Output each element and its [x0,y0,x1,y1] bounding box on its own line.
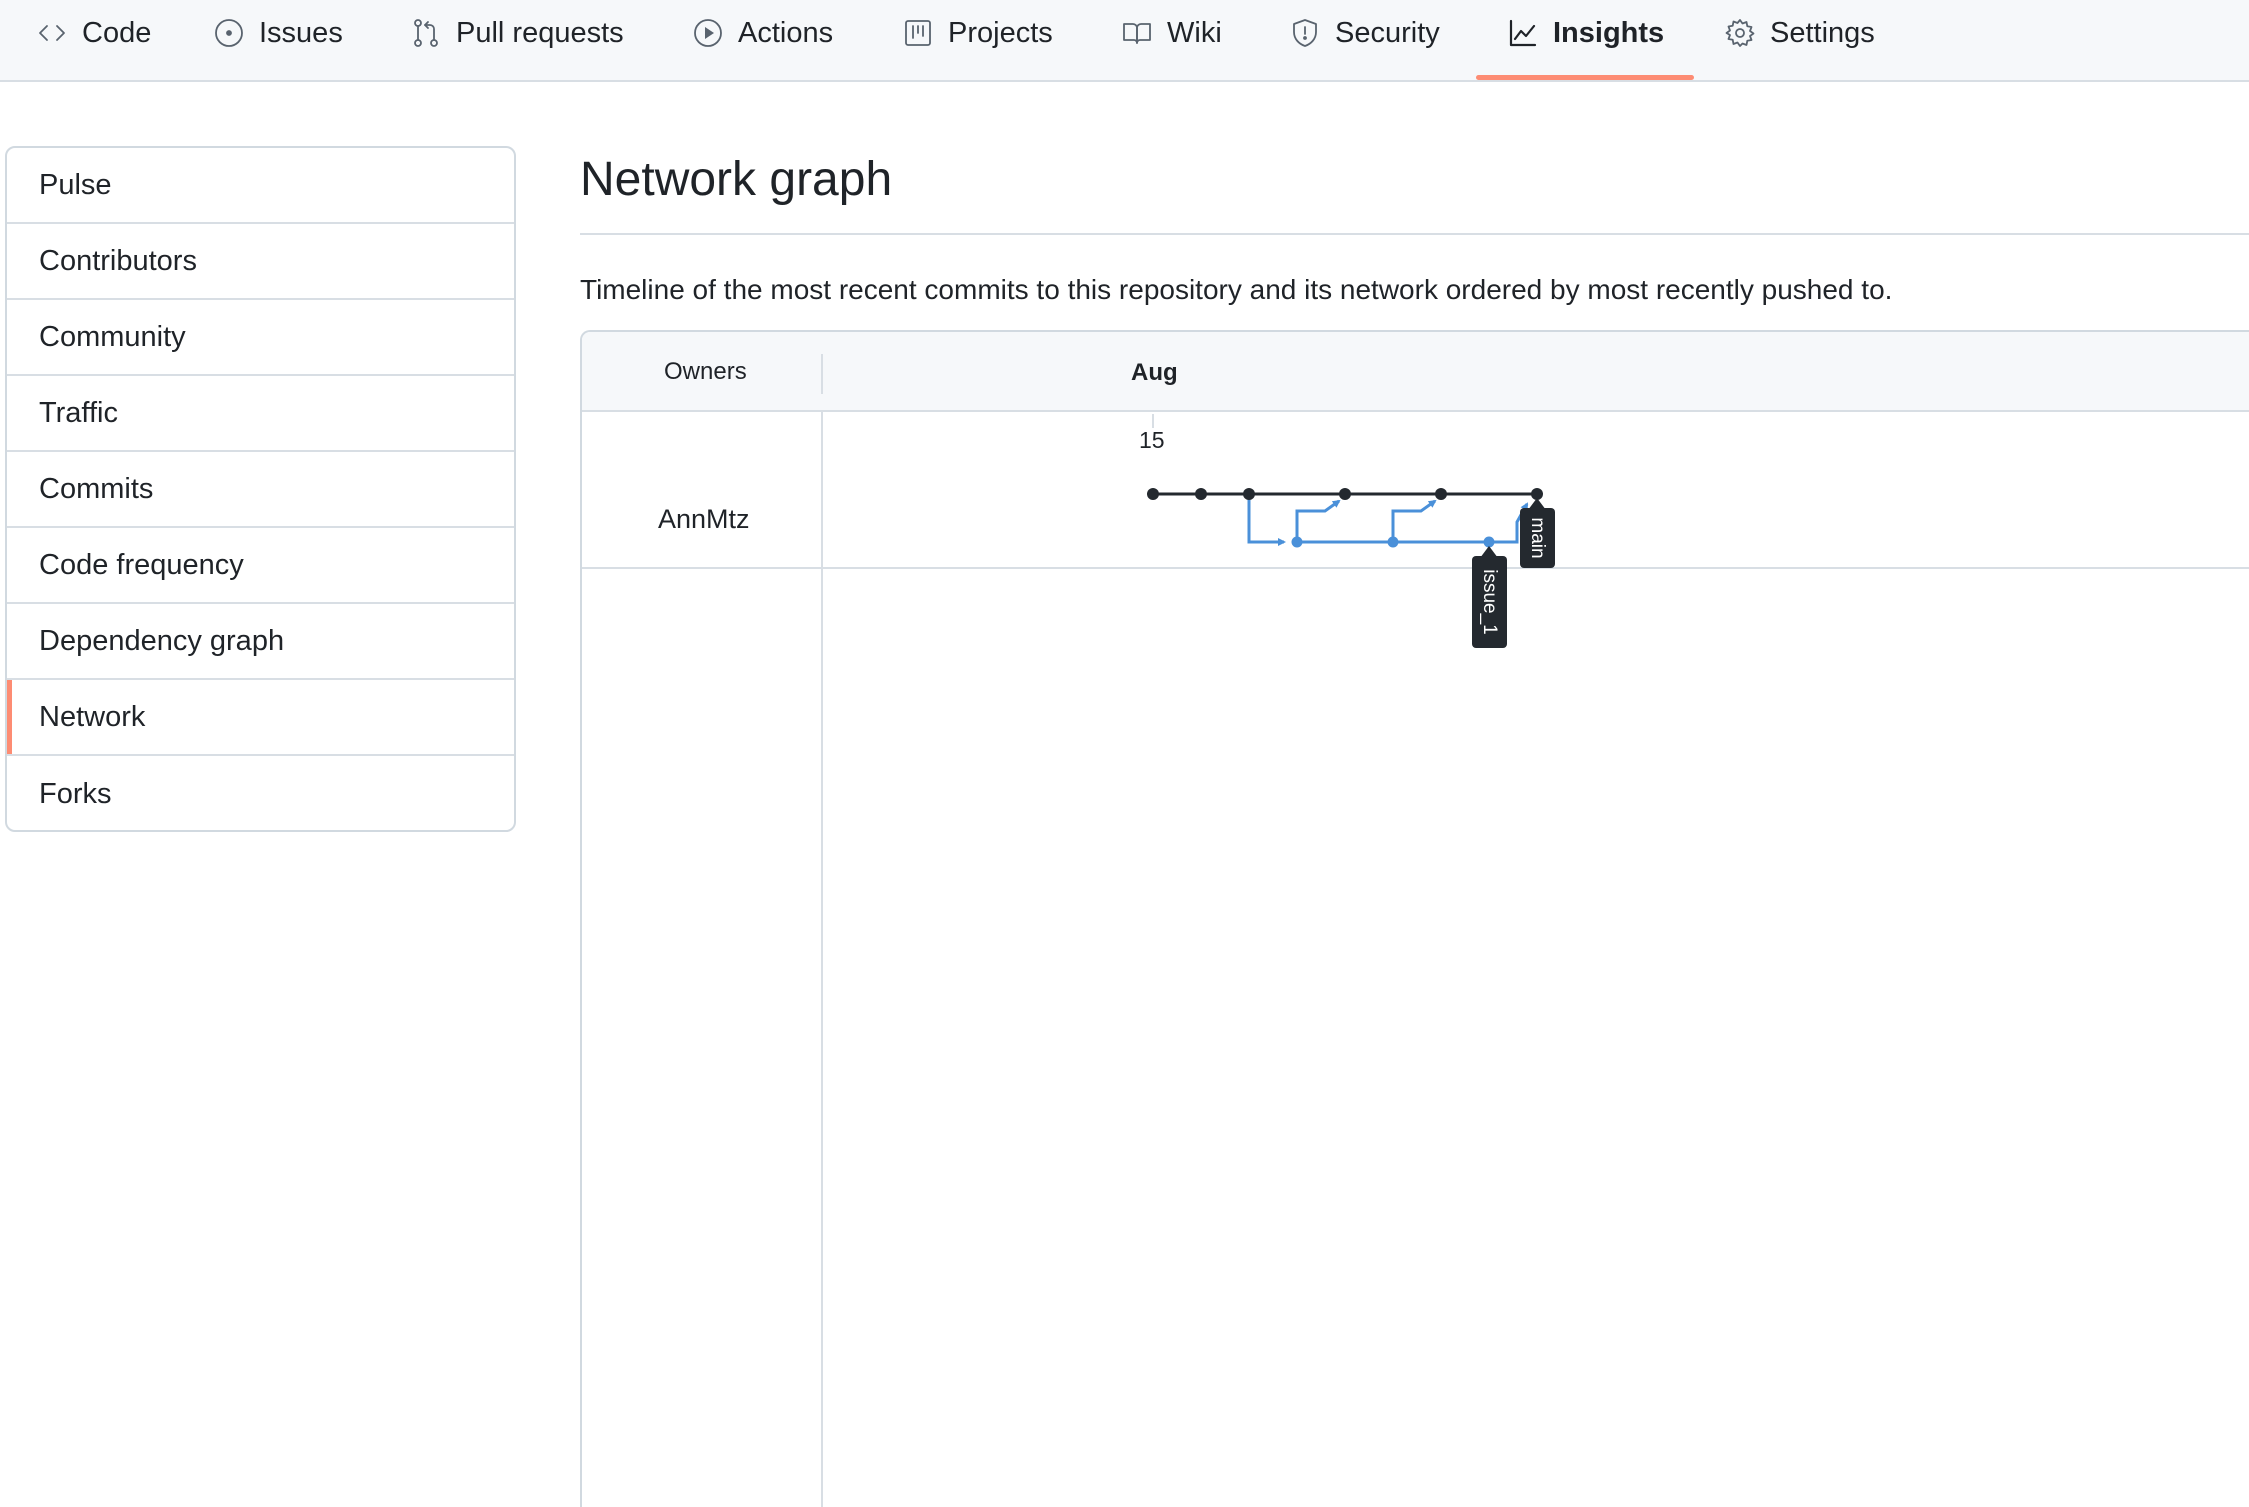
sidebar-item-label: Forks [39,777,112,810]
branch-label-issue-1[interactable]: issue_1 [1472,546,1507,648]
tab-pull-requests[interactable]: Pull requests [410,0,624,82]
commit-dot[interactable] [1195,488,1207,500]
tab-insights-label: Insights [1553,16,1665,49]
sidebar-item-label: Commits [39,472,154,505]
issue-opened-icon [215,19,243,47]
tab-issues[interactable]: Issues [213,0,343,82]
tab-actions-label: Actions [738,16,834,49]
sidebar-item-pulse[interactable]: Pulse [7,148,514,224]
tab-code[interactable]: Code [36,0,151,82]
table-icon [905,20,931,46]
book-icon [1123,23,1151,44]
branch-label-main[interactable]: main [1520,498,1555,568]
tab-security-label: Security [1335,16,1440,49]
repo-nav: Code Issues Pull requests Actions Projec… [0,0,2249,82]
sidebar-item-forks[interactable]: Forks [7,756,514,830]
sidebar-item-code-frequency[interactable]: Code frequency [7,528,514,604]
commit-dot[interactable] [1435,488,1447,500]
commit-dot[interactable] [1483,536,1495,548]
sidebar-item-dependency-graph[interactable]: Dependency graph [7,604,514,680]
network-graph[interactable]: Owners Aug AnnMtz 15 main issue_1 [580,330,2249,1507]
git-pull-request-icon [414,19,438,47]
merge-edge-2 [1391,499,1437,542]
sidebar-item-traffic[interactable]: Traffic [7,376,514,452]
branch-label-issue-1-text: issue_1 [1479,569,1500,635]
sidebar-item-label: Network [39,700,146,733]
commit-dot[interactable] [1291,536,1303,548]
sidebar-item-label: Community [39,320,186,353]
tab-insights[interactable]: Insights [1507,0,1664,82]
tab-issues-label: Issues [259,16,343,49]
branch-out-edge [1247,494,1286,546]
play-icon [694,19,722,47]
sidebar-item-network[interactable]: Network [7,680,514,756]
tab-wiki[interactable]: Wiki [1121,0,1222,82]
active-tab-indicator [1476,75,1694,80]
shield-icon [1293,19,1317,47]
tab-projects[interactable]: Projects [902,0,1053,82]
sidebar-item-label: Code frequency [39,548,244,581]
tab-pull-requests-label: Pull requests [456,16,624,49]
commit-dot[interactable] [1147,488,1159,500]
sidebar-item-label: Pulse [39,168,112,201]
gear-icon [1725,19,1755,47]
tab-actions[interactable]: Actions [692,0,833,82]
sidebar-item-community[interactable]: Community [7,300,514,376]
commit-dot[interactable] [1243,488,1255,500]
tab-settings[interactable]: Settings [1724,0,1875,82]
page-description: Timeline of the most recent commits to t… [580,274,1893,305]
tab-wiki-label: Wiki [1167,16,1222,49]
tab-projects-label: Projects [948,16,1053,49]
insights-sidebar: Pulse Contributors Community Traffic Com… [5,146,516,832]
sidebar-item-commits[interactable]: Commits [7,452,514,528]
tab-code-label: Code [82,16,152,49]
network-graph-canvas: main issue_1 [1147,414,1555,648]
commit-dot[interactable] [1339,488,1351,500]
graph-icon [1509,19,1537,47]
tab-security[interactable]: Security [1289,0,1440,82]
sidebar-item-contributors[interactable]: Contributors [7,224,514,300]
commit-dot[interactable] [1387,536,1399,548]
title-divider [580,233,2249,235]
page-title: Network graph [580,153,893,206]
sidebar-item-label: Dependency graph [39,624,285,657]
merge-edge-1 [1295,499,1341,542]
sidebar-item-label: Traffic [39,396,118,429]
branch-label-main-text: main [1527,517,1548,558]
sidebar-item-label: Contributors [39,244,197,277]
tab-settings-label: Settings [1770,16,1875,49]
code-icon [39,25,65,41]
